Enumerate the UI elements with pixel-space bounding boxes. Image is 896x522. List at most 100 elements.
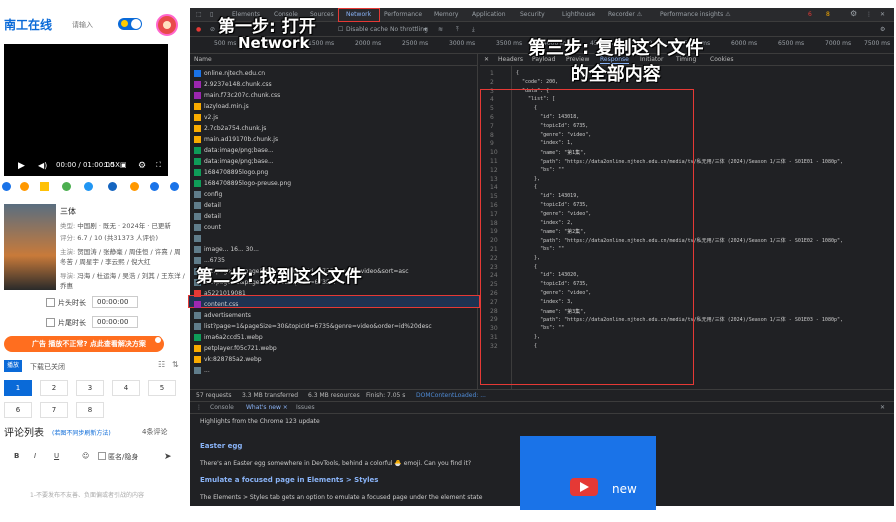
skip-outro-checkbox[interactable] (46, 318, 55, 327)
episode-7[interactable]: 7 (40, 402, 68, 418)
request-row[interactable]: list?page=1&pageSize=30&topicId=6735&gen… (190, 321, 478, 332)
tab-memory[interactable]: Memory (434, 11, 458, 18)
site-logo[interactable]: 南工在线 (4, 16, 52, 33)
request-row[interactable]: petplayer.f05c721.webp (190, 343, 478, 354)
upload-icon[interactable]: ⤒ (456, 26, 459, 34)
gear-icon[interactable]: ⚙ (850, 9, 857, 18)
request-row[interactable]: main.f73c207c.chunk.css (190, 90, 478, 101)
clear-icon[interactable]: ⊘ (210, 26, 215, 33)
inspect-icon[interactable]: ⬚ (196, 11, 202, 18)
intro-time-input[interactable]: 00:00:00 (92, 296, 138, 308)
tab-whats-new[interactable]: What's new × (246, 404, 288, 411)
request-row[interactable]: detail (190, 200, 478, 211)
fullscreen-icon[interactable]: ⛶ (156, 161, 161, 170)
tab-application[interactable]: Application (472, 11, 506, 18)
request-row[interactable]: 2.9237e148.chunk.css (190, 79, 478, 90)
anonymous-checkbox[interactable] (98, 452, 106, 460)
comments-hint[interactable]: (若图不同步刷新方法) (52, 428, 111, 437)
outro-time-input[interactable]: 00:00:00 (92, 316, 138, 328)
close-icon[interactable]: ✕ (880, 11, 885, 18)
tab-cookies[interactable]: Cookies (710, 56, 734, 63)
request-row[interactable]: lazyload.min.js (190, 101, 478, 112)
italic-button[interactable]: I (34, 452, 36, 460)
close-icon[interactable] (154, 336, 162, 344)
episode-2[interactable]: 2 (40, 380, 68, 396)
more-icon[interactable]: ⋮ (196, 404, 202, 411)
emoji-icon[interactable]: ☺ (82, 452, 89, 460)
more-icon[interactable]: ⋮ (866, 11, 872, 18)
search-input[interactable]: 请输入 (72, 20, 93, 30)
request-row[interactable]: online.njtech.edu.cn (190, 68, 478, 79)
tab-security[interactable]: Security (520, 11, 545, 18)
download-icon[interactable]: ⤓ (472, 26, 475, 34)
chevron-down-icon[interactable]: ▾ (424, 26, 427, 33)
warning-badge[interactable]: 8 (826, 11, 830, 18)
speed-button[interactable]: 1.5X (104, 161, 120, 169)
name-column-header[interactable]: Name (190, 54, 478, 66)
request-row[interactable]: ima6a2ccd51.webp (190, 332, 478, 343)
episode-6[interactable]: 6 (4, 402, 32, 418)
whats-new-video[interactable]: new (520, 436, 656, 510)
help-banner[interactable]: 广告 播放不正常? 点此查看解决方案 (4, 336, 164, 352)
disable-cache-checkbox[interactable]: ☐ (338, 26, 343, 33)
request-row[interactable]: main.ad19170b.chunk.js (190, 134, 478, 145)
request-row[interactable]: count (190, 222, 478, 233)
video-player[interactable] (4, 44, 168, 176)
request-row[interactable]: ... (190, 365, 478, 376)
source-icon[interactable] (170, 182, 179, 191)
send-icon[interactable]: ➤ (164, 452, 172, 462)
underline-button[interactable]: U (54, 452, 59, 460)
source-icon[interactable] (20, 182, 29, 191)
request-row[interactable]: 1684708895logo-preuse.png (190, 178, 478, 189)
throttling-select[interactable]: No throttling (390, 26, 428, 33)
volume-icon[interactable]: ◀) (38, 161, 47, 170)
request-row[interactable]: v2.js (190, 112, 478, 123)
tab-lighthouse[interactable]: Lighthouse (562, 11, 595, 18)
request-row[interactable]: 2.7cb2a754.chunk.js (190, 123, 478, 134)
source-icon[interactable] (2, 182, 11, 191)
emulate-focus-link[interactable]: Emulate a focused page in Elements > Sty… (200, 476, 378, 484)
close-icon[interactable]: ✕ (484, 56, 489, 63)
wifi-icon[interactable]: ≋ (438, 26, 443, 33)
play-icon[interactable]: ▶ (18, 161, 25, 171)
request-row[interactable]: 1684708895logo.png (190, 167, 478, 178)
pip-icon[interactable]: ▣ (120, 161, 127, 169)
record-icon[interactable]: ● (196, 26, 201, 33)
request-row[interactable]: data:image/png;base... (190, 145, 478, 156)
tab-play[interactable]: 播放 (4, 360, 22, 372)
source-icon[interactable] (84, 182, 93, 191)
episode-4[interactable]: 4 (112, 380, 140, 396)
request-row[interactable]: data:image/png;base... (190, 156, 478, 167)
source-icon[interactable] (108, 182, 117, 191)
source-icon[interactable] (40, 182, 49, 191)
request-row[interactable]: content.css (190, 299, 478, 310)
error-badge[interactable]: 6 (808, 11, 812, 18)
episode-3[interactable]: 3 (76, 380, 104, 396)
tab-headers[interactable]: Headers (498, 56, 523, 63)
episode-1[interactable]: 1 (4, 380, 32, 396)
device-icon[interactable]: ▯ (210, 11, 213, 18)
grid-icon[interactable]: ☷ (158, 360, 165, 369)
avatar[interactable] (156, 14, 178, 36)
bold-button[interactable]: B (14, 452, 19, 460)
episode-5[interactable]: 5 (148, 380, 176, 396)
gear-icon[interactable]: ⚙ (138, 161, 146, 171)
tab-recorder[interactable]: Recorder ⚠ (608, 11, 642, 18)
source-icon[interactable] (150, 182, 159, 191)
easter-egg-link[interactable]: Easter egg (200, 442, 242, 450)
request-row[interactable]: detail (190, 211, 478, 222)
sort-icon[interactable]: ⇅ (172, 360, 179, 369)
request-row[interactable]: config (190, 189, 478, 200)
tab-performance-insights[interactable]: Performance insights ⚠ (660, 11, 731, 18)
source-icon[interactable] (130, 182, 139, 191)
tab-console-drawer[interactable]: Console (210, 404, 234, 411)
request-row[interactable] (190, 233, 478, 244)
request-row[interactable]: a5221019081 (190, 288, 478, 299)
source-icon[interactable] (62, 182, 71, 191)
request-row[interactable]: image... 16... 30... (190, 244, 478, 255)
request-row[interactable]: advertisements (190, 310, 478, 321)
request-row[interactable]: vk:828785a2.webp (190, 354, 478, 365)
close-icon[interactable]: ✕ (880, 404, 885, 411)
tab-performance[interactable]: Performance (384, 11, 422, 18)
episode-8[interactable]: 8 (76, 402, 104, 418)
